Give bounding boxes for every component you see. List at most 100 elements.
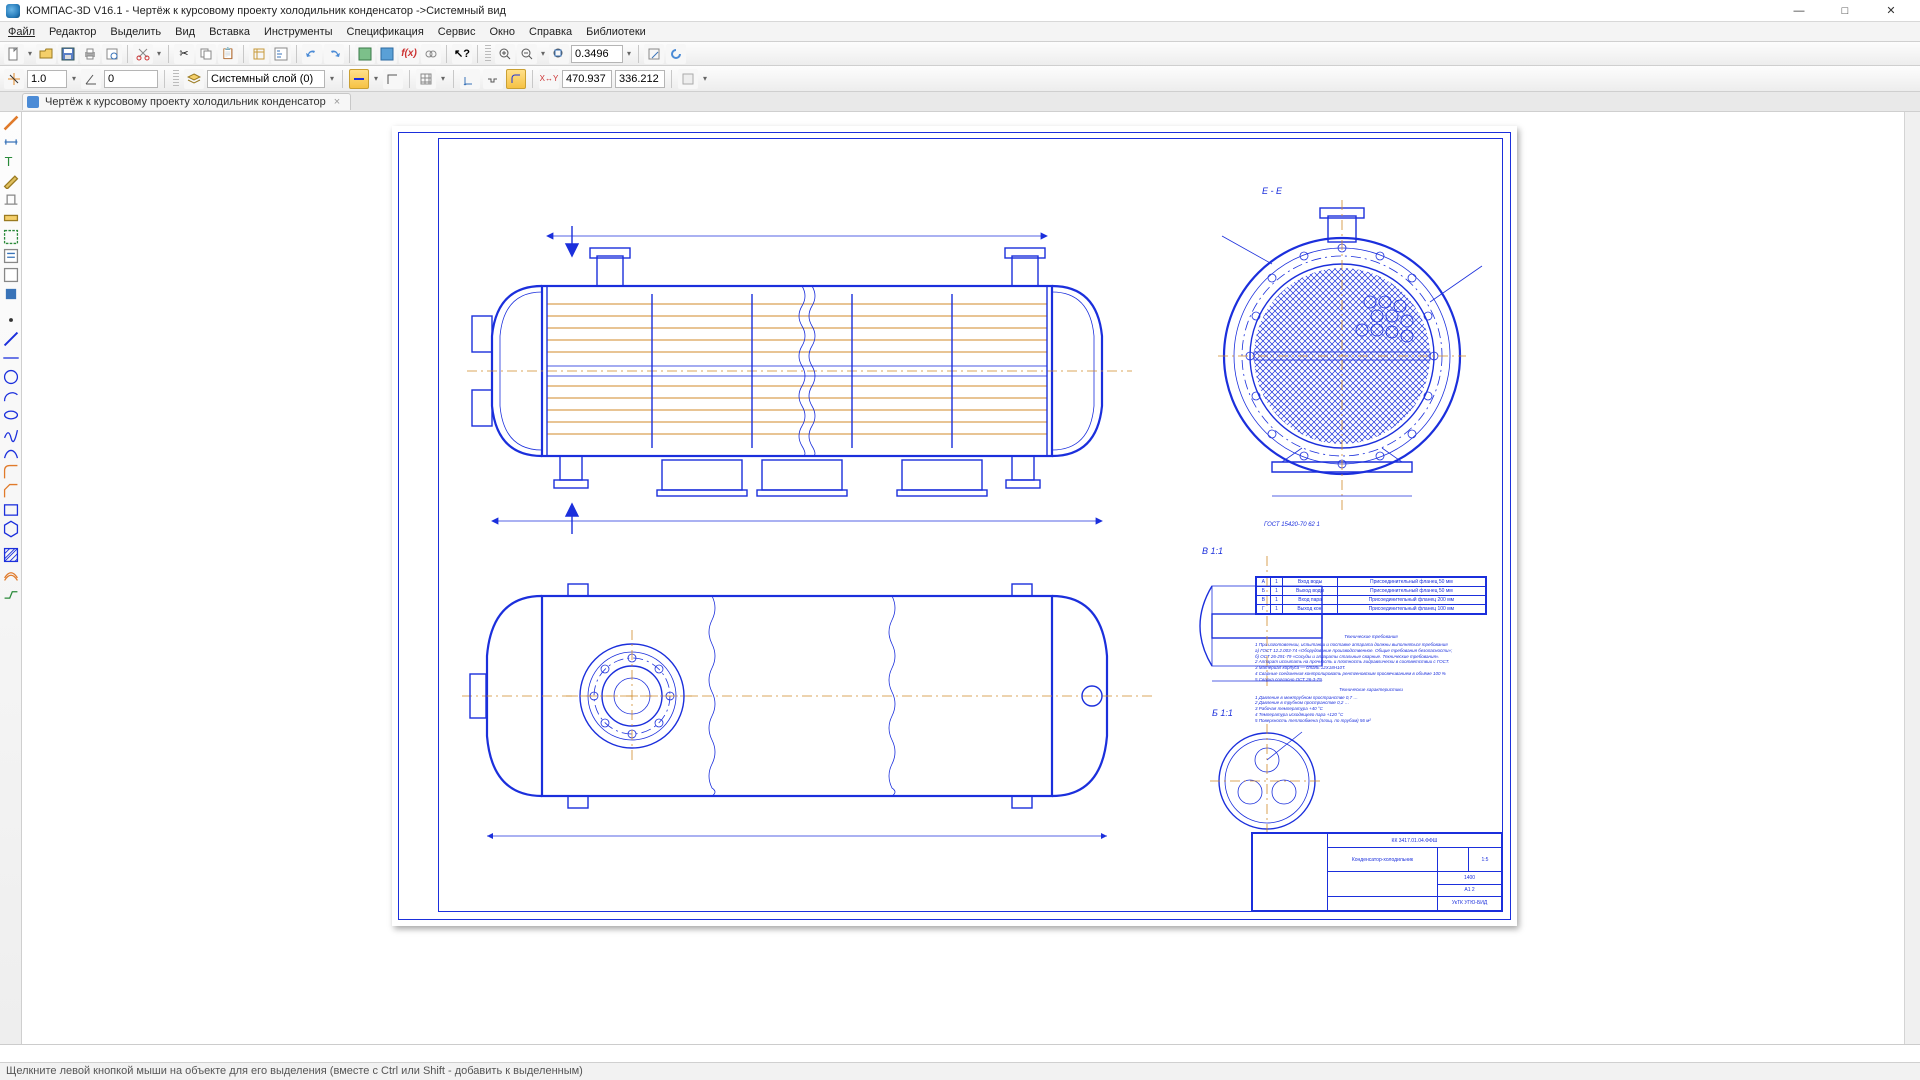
equidistant-icon[interactable]: [2, 565, 20, 583]
menu-view[interactable]: Вид: [175, 26, 195, 38]
save-button[interactable]: [58, 44, 78, 64]
vertical-scrollbar[interactable]: [1904, 112, 1920, 1044]
command-input[interactable]: [0, 1045, 1920, 1062]
window-controls: — □ ✕: [1776, 1, 1914, 21]
minimize-button[interactable]: —: [1776, 1, 1822, 21]
properties-button[interactable]: [249, 44, 269, 64]
libs-button[interactable]: [377, 44, 397, 64]
insert-panel-icon[interactable]: [2, 285, 20, 303]
menu-window[interactable]: Окно: [489, 26, 515, 38]
zoom-input[interactable]: [571, 45, 623, 63]
coord-x-display: [562, 70, 612, 88]
line-icon[interactable]: [2, 330, 20, 348]
edit-panel-icon[interactable]: [2, 171, 20, 189]
cut2-button[interactable]: ✂: [174, 44, 194, 64]
doc-tab-label: Чертёж к курсовому проекту холодильник к…: [45, 96, 326, 108]
help-arrow-button[interactable]: ↖?: [452, 44, 472, 64]
copy-button[interactable]: [196, 44, 216, 64]
zoom-out-button[interactable]: [517, 44, 537, 64]
redo-button[interactable]: [324, 44, 344, 64]
print-preview-button[interactable]: [102, 44, 122, 64]
zoom-fit-button[interactable]: [549, 44, 569, 64]
window-title: КОМПАС-3D V16.1 - Чертёж к курсовому про…: [26, 5, 1776, 17]
menu-libs[interactable]: Библиотеки: [586, 26, 646, 38]
menu-spec[interactable]: Спецификация: [347, 26, 424, 38]
point-icon[interactable]: [2, 311, 20, 329]
color-button[interactable]: [678, 69, 698, 89]
undo-button[interactable]: [302, 44, 322, 64]
bezier-icon[interactable]: [2, 444, 20, 462]
zoom-in-button[interactable]: [495, 44, 515, 64]
close-button[interactable]: ✕: [1868, 1, 1914, 21]
dimensions-panel-icon[interactable]: [2, 133, 20, 151]
standard-toolbar: ▾ ▾ ✂ 📋 f(x) ↖? ▾ ▾: [0, 42, 1920, 66]
local-cs-button[interactable]: [460, 69, 480, 89]
drawing-sheet: Е - Е В 1:1 Б 1:1 ГОСТ 15420-70 62 1 А1В…: [392, 126, 1517, 926]
regenerate-button[interactable]: [644, 44, 664, 64]
grid-button[interactable]: [416, 69, 436, 89]
tree-button[interactable]: [271, 44, 291, 64]
section-v-label: В 1:1: [1202, 546, 1223, 556]
doc-close-button[interactable]: ×: [334, 96, 344, 108]
ortho-mode-button[interactable]: [383, 69, 403, 89]
cursor-xy-icon: X↔Y: [539, 69, 559, 89]
menu-help[interactable]: Справка: [529, 26, 572, 38]
compact-panel: T: [0, 112, 22, 1044]
polygon-icon[interactable]: [2, 520, 20, 538]
fillet-icon[interactable]: [2, 463, 20, 481]
print-button[interactable]: [80, 44, 100, 64]
menu-edit[interactable]: Редактор: [49, 26, 96, 38]
hatch-icon[interactable]: [2, 546, 20, 564]
chamfer-icon[interactable]: [2, 482, 20, 500]
measure-panel-icon[interactable]: [2, 209, 20, 227]
round-button[interactable]: [506, 69, 526, 89]
hline-icon[interactable]: [2, 349, 20, 367]
technical-requirements: Технические требования 1 При изготовлени…: [1255, 634, 1487, 724]
open-button[interactable]: [36, 44, 56, 64]
cut-button[interactable]: [133, 44, 153, 64]
gost-label: ГОСТ 15420-70 62 1: [1264, 522, 1320, 528]
contour-icon[interactable]: [2, 584, 20, 602]
document-tab[interactable]: Чертёж к курсовому проекту холодильник к…: [22, 93, 351, 110]
status-hint: Щелкните левой кнопкой мыши на объекте д…: [6, 1065, 583, 1077]
spline-icon[interactable]: [2, 425, 20, 443]
rect-icon[interactable]: [2, 501, 20, 519]
notations-panel-icon[interactable]: T: [2, 152, 20, 170]
title-block: КК 3417.01.04.ФФШ Конденсатор-холодильни…: [1251, 832, 1503, 912]
angle-icon[interactable]: [81, 69, 101, 89]
current-state-toolbar: ▾ ▾ ▾ ▾ X↔Y ▾: [0, 66, 1920, 92]
menu-service[interactable]: Сервис: [438, 26, 476, 38]
paste-button[interactable]: 📋: [218, 44, 238, 64]
menu-select[interactable]: Выделить: [110, 26, 161, 38]
nozzle-table: А1Вход водыПрисоединительный фланец 50 м…: [1255, 576, 1487, 615]
geometry-panel-icon[interactable]: [2, 114, 20, 132]
menu-file[interactable]: Файл: [8, 26, 35, 38]
select-panel-icon[interactable]: [2, 228, 20, 246]
ortho-button[interactable]: [483, 69, 503, 89]
spec-panel-icon[interactable]: [2, 247, 20, 265]
ellipse-icon[interactable]: [2, 406, 20, 424]
circle-icon[interactable]: [2, 368, 20, 386]
refresh-button[interactable]: [666, 44, 686, 64]
manager-button[interactable]: [355, 44, 375, 64]
svg-text:T: T: [4, 154, 12, 169]
canvas[interactable]: Е - Е В 1:1 Б 1:1 ГОСТ 15420-70 62 1 А1В…: [22, 112, 1904, 1044]
app-icon: [6, 4, 20, 18]
layer-icon[interactable]: [184, 69, 204, 89]
vars-button[interactable]: [421, 44, 441, 64]
statusbar: Щелкните левой кнопкой мыши на объекте д…: [0, 1062, 1920, 1080]
fx-button[interactable]: f(x): [399, 44, 419, 64]
new-button[interactable]: [4, 44, 24, 64]
step-cursor-icon[interactable]: [4, 69, 24, 89]
arc-icon[interactable]: [2, 387, 20, 405]
maximize-button[interactable]: □: [1822, 1, 1868, 21]
doc-icon: [27, 96, 39, 108]
reports-panel-icon[interactable]: [2, 266, 20, 284]
step-input[interactable]: [27, 70, 67, 88]
linestyle-button[interactable]: [349, 69, 369, 89]
angle-input[interactable]: [104, 70, 158, 88]
menu-tools[interactable]: Инструменты: [264, 26, 333, 38]
menu-insert[interactable]: Вставка: [209, 26, 250, 38]
param-panel-icon[interactable]: [2, 190, 20, 208]
layer-select[interactable]: [207, 70, 325, 88]
